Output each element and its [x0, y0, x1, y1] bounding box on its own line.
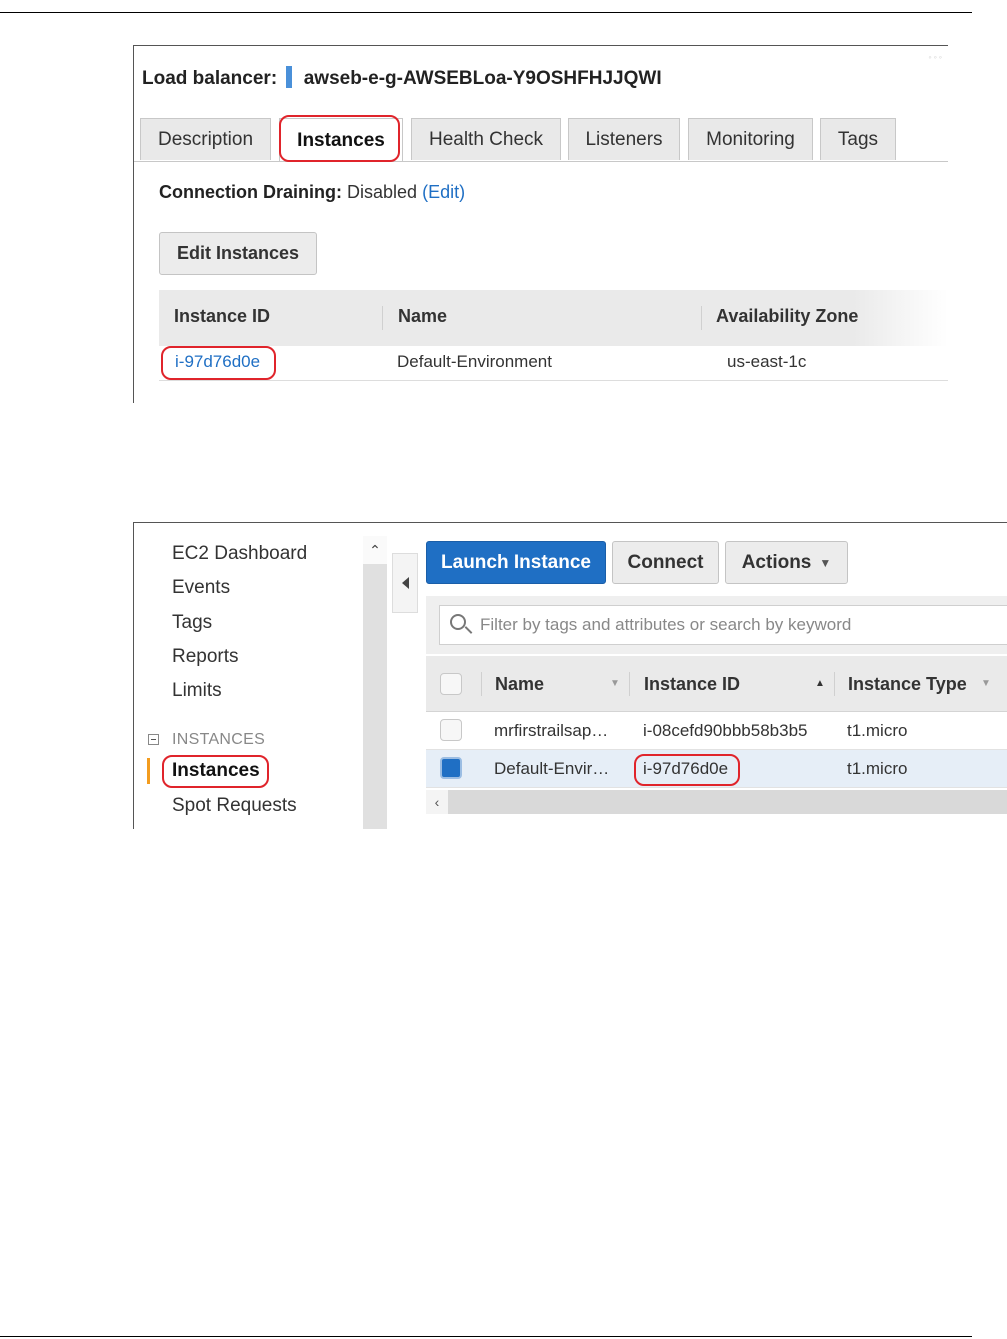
table-row[interactable]: i-97d76d0e Default-Environment us-east-1…: [159, 346, 948, 381]
sort-down-icon[interactable]: ▼: [610, 678, 620, 689]
search-placeholder: Filter by tags and attributes or search …: [480, 615, 852, 634]
column-availability-zone[interactable]: Availability Zone: [716, 306, 858, 327]
load-balancer-label: Load balancer:: [142, 68, 278, 89]
status-bar-icon: [286, 66, 293, 88]
actions-label: Actions: [741, 551, 812, 573]
column-divider: [382, 306, 383, 330]
column-instance-type[interactable]: Instance Type: [848, 674, 967, 695]
scroll-up-icon[interactable]: ⌃: [363, 536, 387, 564]
tab-monitoring[interactable]: Monitoring: [688, 118, 813, 160]
window-controls-icon: ◦◦◦: [928, 52, 944, 62]
scroll-left-icon[interactable]: ‹: [426, 790, 448, 814]
highlight-nav-instances: [162, 755, 269, 788]
nav-ec2-dashboard[interactable]: EC2 Dashboard: [172, 543, 307, 565]
connection-draining-label: Connection Draining:: [159, 182, 342, 202]
instances-grid-header: Name ▼ Instance ID ▲ Instance Type ▼: [426, 656, 1007, 712]
actions-button[interactable]: Actions ▼: [725, 541, 848, 584]
nav-limits[interactable]: Limits: [172, 680, 222, 702]
instance-type: t1.micro: [847, 721, 908, 740]
collapse-section-icon[interactable]: [148, 734, 159, 745]
tab-health-check[interactable]: Health Check: [411, 118, 561, 160]
row-checkbox[interactable]: [440, 757, 462, 779]
sort-up-icon[interactable]: ▲: [815, 678, 825, 689]
column-divider: [481, 672, 482, 696]
sidebar-scrollbar[interactable]: [363, 536, 387, 829]
row-checkbox[interactable]: [440, 719, 462, 741]
highlight-instance-id: [634, 754, 740, 786]
chevron-down-icon: ▼: [819, 555, 832, 570]
connection-draining-value: Disabled: [347, 182, 418, 202]
search-input[interactable]: Filter by tags and attributes or search …: [439, 605, 1007, 645]
page-top-rule: [0, 12, 972, 13]
instance-type: t1.micro: [847, 759, 908, 778]
search-bar: Filter by tags and attributes or search …: [426, 596, 1007, 654]
highlight-instance-id: [161, 346, 276, 380]
tab-tags[interactable]: Tags: [820, 118, 896, 160]
nav-active-indicator: [147, 758, 150, 784]
column-instance-id[interactable]: Instance ID: [644, 674, 740, 695]
column-name[interactable]: Name: [398, 306, 447, 327]
nav-reports[interactable]: Reports: [172, 646, 239, 668]
instance-name: Default-Envir…: [494, 759, 610, 778]
sort-down-icon[interactable]: ▼: [981, 678, 991, 689]
select-all-checkbox[interactable]: [440, 673, 462, 695]
load-balancer-panel: ◦◦◦ Load balancer: awseb-e-g-AWSEBLoa-Y9…: [133, 45, 948, 403]
horizontal-scrollbar[interactable]: ‹: [426, 790, 1007, 814]
tab-divider: [134, 161, 948, 162]
nav-spot-requests[interactable]: Spot Requests: [172, 795, 297, 817]
instance-name: mrfirstrailsap…: [494, 721, 609, 740]
load-balancer-name: awseb-e-g-AWSEBLoa-Y9OSHFHJJQWI: [303, 68, 662, 89]
tab-description[interactable]: Description: [140, 118, 271, 160]
nav-section-instances: INSTANCES: [172, 731, 266, 748]
connection-draining-edit-link[interactable]: (Edit): [422, 182, 465, 202]
instances-table-header: Instance ID Name Availability Zone: [159, 290, 948, 346]
column-name[interactable]: Name: [495, 674, 544, 695]
table-row[interactable]: mrfirstrailsap… i-08cefd90bbb58b3b5 t1.m…: [426, 712, 1007, 750]
availability-zone: us-east-1c: [727, 352, 807, 371]
search-icon: [450, 614, 466, 630]
nav-tags[interactable]: Tags: [172, 612, 212, 634]
instance-name: Default-Environment: [397, 352, 552, 371]
launch-instance-button[interactable]: Launch Instance: [426, 541, 606, 584]
page-bottom-rule: [0, 1336, 972, 1337]
column-instance-id[interactable]: Instance ID: [174, 306, 270, 327]
column-divider: [834, 672, 835, 696]
connect-button[interactable]: Connect: [612, 541, 719, 584]
connection-draining: Connection Draining: Disabled (Edit): [159, 182, 465, 203]
column-divider: [701, 306, 702, 330]
tab-listeners[interactable]: Listeners: [568, 118, 680, 160]
ec2-console-panel: EC2 Dashboard Events Tags Reports Limits…: [133, 522, 1007, 829]
nav-events[interactable]: Events: [172, 577, 230, 599]
load-balancer-title: Load balancer: awseb-e-g-AWSEBLoa-Y9OSHF…: [142, 66, 662, 90]
collapse-sidebar-icon[interactable]: [392, 553, 418, 613]
column-divider: [629, 672, 630, 696]
highlight-tab-instances: [279, 115, 400, 162]
instance-id: i-08cefd90bbb58b3b5: [643, 721, 808, 740]
edit-instances-button[interactable]: Edit Instances: [159, 232, 317, 275]
